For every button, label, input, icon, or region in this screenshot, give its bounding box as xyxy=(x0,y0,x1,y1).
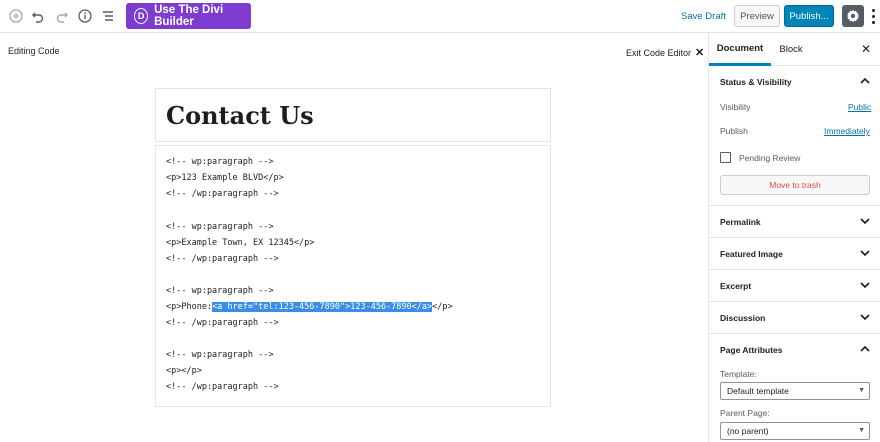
code-line: <!-- /wp:paragraph --> xyxy=(166,254,279,264)
more-options-icon[interactable] xyxy=(868,6,878,26)
info-icon[interactable] xyxy=(75,6,95,26)
code-line: <p>123 Example BLVD</p> xyxy=(166,173,284,183)
settings-sidebar: Document Block ✕ Status & Visibility Vis… xyxy=(708,33,880,442)
tab-document[interactable]: Document xyxy=(709,33,771,66)
exit-code-editor-label: Exit Code Editor xyxy=(626,47,692,58)
gear-icon xyxy=(846,9,860,23)
tab-block[interactable]: Block xyxy=(775,33,807,66)
panel-status-visibility[interactable]: Status & Visibility xyxy=(709,66,880,98)
chevron-down-icon xyxy=(860,282,870,289)
panel-excerpt[interactable]: Excerpt xyxy=(709,269,880,301)
code-line: <!-- wp:paragraph --> xyxy=(166,222,274,232)
publish-date-link[interactable]: Immediately xyxy=(824,126,870,136)
visibility-label: Visibility xyxy=(720,102,751,112)
selected-code: <a href="tel:123-456-7890">123-456-7890<… xyxy=(212,302,433,312)
code-line-phone: <p>Phone:<a href="tel:123-456-7890">123-… xyxy=(166,302,453,312)
code-line: <!-- wp:paragraph --> xyxy=(166,350,274,360)
parent-page-select[interactable]: (no parent) ▼ xyxy=(720,422,870,440)
publish-label: Publish xyxy=(720,126,748,136)
panel-permalink[interactable]: Permalink xyxy=(709,205,880,237)
add-block-icon[interactable] xyxy=(6,6,26,26)
pending-review-checkbox[interactable] xyxy=(720,152,731,163)
dropdown-arrow-icon: ▼ xyxy=(858,387,865,394)
chevron-down-icon xyxy=(860,314,870,321)
panel-page-attributes[interactable]: Page Attributes xyxy=(709,333,880,365)
panel-discussion[interactable]: Discussion xyxy=(709,301,880,333)
code-editor-textarea[interactable]: <!-- wp:paragraph --> <p>123 Example BLV… xyxy=(155,145,551,407)
save-draft-link[interactable]: Save Draft xyxy=(681,11,726,22)
panel-title: Excerpt xyxy=(720,281,752,291)
editing-mode-label: Editing Code xyxy=(8,46,60,56)
divi-button-label: Use The Divi Builder xyxy=(154,4,224,28)
chevron-up-icon xyxy=(860,77,870,84)
post-title: Contact Us xyxy=(166,101,314,130)
settings-gear-button[interactable] xyxy=(842,5,864,27)
chevron-down-icon xyxy=(860,218,870,225)
post-title-field[interactable]: Contact Us xyxy=(155,88,551,142)
panel-title: Permalink xyxy=(720,217,761,227)
template-label: Template: xyxy=(720,369,757,379)
move-to-trash-button[interactable]: Move to trash xyxy=(720,175,870,195)
code-line: <p>Example Town, EX 12345</p> xyxy=(166,238,315,248)
code-line: <p></p> xyxy=(166,366,202,376)
pending-review-label: Pending Review xyxy=(739,153,801,163)
chevron-up-icon xyxy=(860,345,870,352)
exit-code-editor-button[interactable]: Exit Code Editor ✕ xyxy=(626,46,704,59)
dropdown-arrow-icon: ▼ xyxy=(858,427,865,434)
undo-icon[interactable] xyxy=(28,6,48,26)
template-value: Default template xyxy=(727,386,789,396)
panel-title: Featured Image xyxy=(720,249,783,259)
code-line: <!-- wp:paragraph --> xyxy=(166,157,274,167)
panel-title: Status & Visibility xyxy=(720,77,792,87)
editor-toolbar: D Use The Divi Builder Save Draft Previe… xyxy=(0,0,880,33)
block-navigation-icon[interactable] xyxy=(98,6,118,26)
code-line: <!-- /wp:paragraph --> xyxy=(166,318,279,328)
divi-logo-icon: D xyxy=(134,8,149,24)
code-text: <p>Phone: xyxy=(166,302,213,312)
chevron-down-icon xyxy=(860,250,870,257)
parent-page-value: (no parent) xyxy=(727,426,769,436)
close-sidebar-icon[interactable]: ✕ xyxy=(861,42,871,56)
visibility-link[interactable]: Public xyxy=(848,102,871,112)
code-text: </p> xyxy=(432,302,453,312)
panel-title: Page Attributes xyxy=(720,345,783,355)
parent-page-label: Parent Page: xyxy=(720,408,770,418)
panel-featured-image[interactable]: Featured Image xyxy=(709,237,880,269)
preview-button[interactable]: Preview xyxy=(734,5,780,27)
publish-button[interactable]: Publish... xyxy=(784,5,834,27)
code-line: <!-- /wp:paragraph --> xyxy=(166,189,279,199)
use-divi-builder-button[interactable]: D Use The Divi Builder xyxy=(126,3,251,29)
close-icon: ✕ xyxy=(695,47,705,59)
code-line: <!-- wp:paragraph --> xyxy=(166,286,274,296)
panel-title: Discussion xyxy=(720,313,766,323)
redo-icon[interactable] xyxy=(52,6,72,26)
code-line: <!-- /wp:paragraph --> xyxy=(166,382,279,392)
sidebar-tabs: Document Block ✕ xyxy=(709,33,880,66)
template-select[interactable]: Default template ▼ xyxy=(720,382,870,400)
